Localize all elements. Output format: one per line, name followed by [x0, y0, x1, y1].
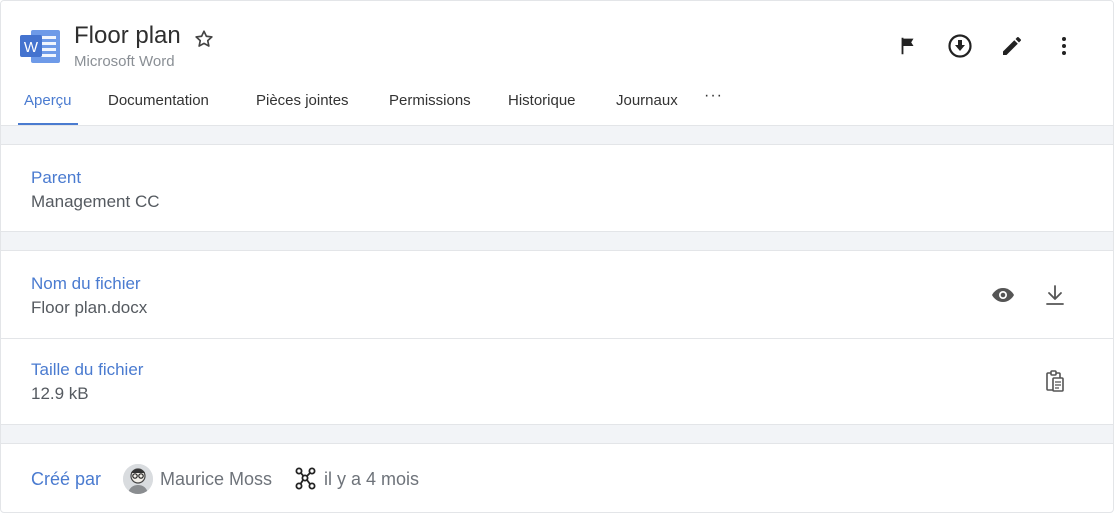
star-icon[interactable]: [193, 28, 215, 50]
file-section: Nom du fichier Floor plan.docx Taille du…: [1, 251, 1113, 424]
tab-journaux[interactable]: Journaux: [616, 92, 678, 109]
page-subtitle: Microsoft Word: [74, 53, 175, 70]
section-separator: [1, 231, 1113, 251]
section-separator: [1, 125, 1113, 145]
file-size-value: 12.9 kB: [31, 384, 89, 403]
svg-text:W: W: [24, 39, 39, 56]
tab-pieces-jointes[interactable]: Pièces jointes: [256, 92, 349, 109]
tab-apercu[interactable]: Aperçu: [24, 92, 72, 109]
record-panel: W Floor plan Microsoft Word Aperçu Docum…: [0, 0, 1114, 513]
node-graph-icon: [293, 466, 317, 490]
parent-section: Parent Management CC: [1, 145, 1113, 231]
more-vertical-icon[interactable]: [1051, 33, 1077, 59]
row-divider: [1, 338, 1113, 339]
file-size-label: Taille du fichier: [31, 360, 144, 379]
flag-icon[interactable]: [895, 33, 921, 59]
clipboard-icon[interactable]: [1042, 368, 1068, 394]
tab-permissions[interactable]: Permissions: [389, 92, 471, 109]
parent-label: Parent: [31, 168, 82, 187]
record-header: W Floor plan Microsoft Word Aperçu Docum…: [1, 1, 1113, 125]
created-by-section: Créé par Maurice Moss il y a 4 mois: [1, 445, 1113, 512]
header-actions: [895, 33, 1077, 59]
file-name-label: Nom du fichier: [31, 274, 141, 293]
page-title: Floor plan: [74, 22, 181, 49]
eye-icon[interactable]: [990, 282, 1016, 308]
created-by-label: Créé par: [31, 469, 102, 489]
parent-value[interactable]: Management CC: [31, 192, 160, 212]
created-time: il y a 4 mois: [324, 469, 420, 489]
avatar[interactable]: [123, 464, 153, 494]
tab-bar: Aperçu Documentation Pièces jointes Perm…: [1, 87, 1113, 125]
download-circle-icon[interactable]: [947, 33, 973, 59]
author-name[interactable]: Maurice Moss: [160, 469, 272, 490]
tab-documentation[interactable]: Documentation: [108, 92, 209, 109]
tabs-more-button[interactable]: ···: [704, 87, 723, 105]
edit-icon[interactable]: [999, 33, 1025, 59]
download-icon[interactable]: [1042, 282, 1068, 308]
word-icon: W: [20, 27, 60, 65]
file-name-value: Floor plan.docx: [31, 298, 148, 317]
tab-historique[interactable]: Historique: [508, 92, 576, 109]
section-separator: [1, 424, 1113, 444]
